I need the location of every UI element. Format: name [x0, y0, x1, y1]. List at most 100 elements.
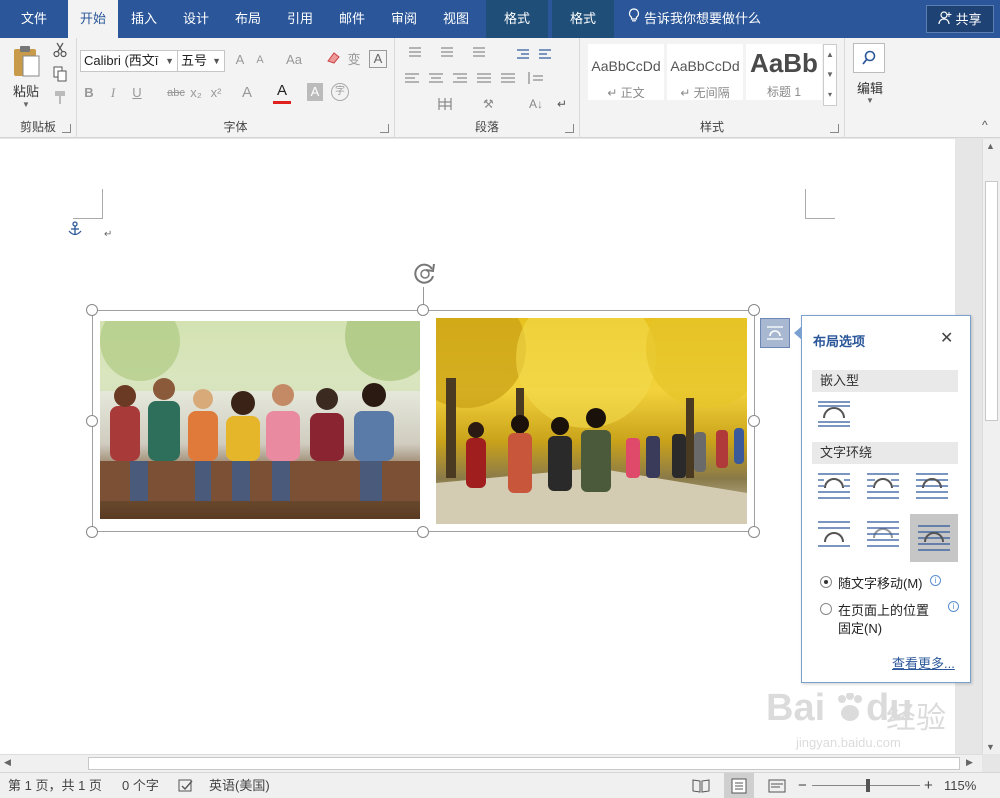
see-more-link[interactable]: 查看更多...: [892, 653, 955, 672]
vertical-scrollbar[interactable]: ▲ ▼: [982, 139, 1000, 754]
resize-handle-tr[interactable]: [748, 304, 760, 316]
styles-scroll[interactable]: ▲ ▼ ▾: [823, 44, 837, 106]
clear-formatting-icon[interactable]: [324, 50, 342, 72]
grow-font-button[interactable]: A: [231, 50, 249, 70]
print-layout-icon[interactable]: [724, 773, 754, 798]
info-icon[interactable]: i: [948, 601, 959, 612]
chevron-down-icon: ▼: [866, 96, 874, 105]
tab-format-1[interactable]: 格式: [486, 0, 548, 38]
tab-home[interactable]: 开始: [68, 0, 118, 38]
zoom-level[interactable]: 115%: [944, 773, 976, 798]
copy-icon[interactable]: [50, 66, 70, 88]
paste-dropdown-icon[interactable]: ▼: [8, 100, 44, 109]
word-count[interactable]: 0 个字: [122, 773, 159, 798]
scroll-left-icon[interactable]: ◀: [4, 757, 11, 768]
tab-file[interactable]: 文件: [0, 0, 68, 38]
layout-options-button[interactable]: [760, 318, 790, 348]
resize-handle-b[interactable]: [417, 526, 429, 538]
zoom-slider-thumb[interactable]: [866, 779, 870, 792]
language-indicator[interactable]: 英语(美国): [209, 773, 270, 798]
format-painter-icon[interactable]: [50, 90, 70, 112]
tab-insert[interactable]: 插入: [118, 0, 170, 38]
zoom-in-icon[interactable]: +: [924, 773, 933, 798]
subscript-button[interactable]: x₂: [187, 83, 205, 103]
move-with-text-radio[interactable]: [820, 576, 832, 588]
paste-button[interactable]: 粘贴 ▼: [8, 44, 44, 109]
wrap-through-option[interactable]: [914, 468, 958, 512]
zoom-out-icon[interactable]: −: [798, 773, 807, 798]
photo-autumn-walkway[interactable]: [436, 318, 747, 524]
margin-corner-top-left: [73, 189, 103, 219]
resize-handle-l[interactable]: [86, 415, 98, 427]
font-color-swatch: [273, 101, 291, 104]
scroll-up-icon[interactable]: ▲: [986, 141, 995, 151]
wrap-behind-text-option[interactable]: [865, 516, 909, 560]
wrap-top-bottom-option[interactable]: [816, 516, 860, 560]
font-size-combo[interactable]: 五号 ▼: [177, 50, 225, 72]
styles-launcher[interactable]: [830, 124, 839, 133]
scroll-right-icon[interactable]: ▶: [966, 757, 973, 768]
info-icon[interactable]: i: [930, 575, 941, 586]
paragraph-launcher[interactable]: [565, 124, 574, 133]
resize-handle-r[interactable]: [748, 415, 760, 427]
move-with-text-label[interactable]: 随文字移动(M): [838, 573, 923, 592]
cut-icon[interactable]: [50, 42, 70, 64]
superscript-button[interactable]: x²: [207, 83, 225, 103]
page-count[interactable]: 第 1 页，共 1 页: [8, 773, 102, 798]
fix-position-radio[interactable]: [820, 603, 832, 615]
horizontal-scrollbar[interactable]: ◀ ▶: [0, 754, 982, 772]
clipboard-launcher[interactable]: [62, 124, 71, 133]
text-effects-button[interactable]: A: [237, 83, 257, 103]
web-layout-icon[interactable]: [768, 777, 786, 798]
person-add-icon: [938, 7, 952, 35]
read-mode-icon[interactable]: [692, 777, 710, 798]
photo-students-sitting[interactable]: [100, 321, 420, 519]
tab-layout[interactable]: 布局: [222, 0, 274, 38]
font-group-label: 字体: [223, 120, 248, 134]
tell-me-search[interactable]: 告诉我你想要做什么: [628, 0, 761, 38]
collapse-ribbon-icon[interactable]: ^: [982, 118, 988, 132]
resize-handle-br[interactable]: [748, 526, 760, 538]
rotate-handle-icon[interactable]: [412, 261, 438, 290]
editing-group[interactable]: 编辑 ▼: [845, 38, 895, 138]
wrap-inline-option[interactable]: [816, 396, 860, 440]
close-icon[interactable]: ✕: [940, 328, 953, 348]
change-case-button[interactable]: Aa: [279, 50, 309, 70]
wrap-square-option[interactable]: [816, 468, 860, 512]
underline-button[interactable]: U: [129, 83, 145, 103]
strikethrough-button[interactable]: abc: [165, 83, 187, 103]
tab-review[interactable]: 审阅: [378, 0, 430, 38]
enclose-char-button[interactable]: 字: [331, 83, 349, 101]
shrink-font-button[interactable]: A: [251, 50, 269, 70]
vertical-scroll-thumb[interactable]: [985, 181, 998, 421]
fix-position-label-1[interactable]: 在页面上的位置: [838, 600, 929, 619]
style-name: ↵ 无间隔: [680, 86, 730, 100]
tab-view[interactable]: 视图: [430, 0, 482, 38]
font-launcher[interactable]: [380, 124, 389, 133]
font-name-value: Calibri (西文ī: [84, 53, 159, 68]
resize-handle-bl[interactable]: [86, 526, 98, 538]
style-no-spacing[interactable]: AaBbCcDd ↵ 无间隔: [667, 44, 743, 100]
wrap-in-front-option[interactable]: [910, 514, 958, 562]
char-border-button[interactable]: A: [369, 50, 387, 68]
resize-handle-t[interactable]: [417, 304, 429, 316]
char-shading-button[interactable]: A: [307, 83, 323, 101]
style-normal[interactable]: AaBbCcDd ↵ 正文: [588, 44, 664, 100]
tab-references[interactable]: 引用: [274, 0, 326, 38]
proofing-icon[interactable]: [178, 777, 194, 798]
horizontal-scroll-thumb[interactable]: [88, 757, 960, 770]
font-name-combo[interactable]: Calibri (西文ī ▼: [80, 50, 178, 72]
tab-mailings[interactable]: 邮件: [326, 0, 378, 38]
phonetic-guide-button[interactable]: 变: [345, 50, 363, 70]
scroll-down-icon[interactable]: ▼: [986, 742, 995, 752]
fix-position-label-2[interactable]: 固定(N): [838, 618, 882, 637]
wrap-tight-option[interactable]: [865, 468, 909, 512]
style-heading-1[interactable]: AaBb 标题 1: [746, 44, 822, 100]
resize-handle-tl[interactable]: [86, 304, 98, 316]
share-button[interactable]: 共享: [926, 5, 994, 33]
font-color-button[interactable]: A: [273, 81, 291, 104]
italic-button[interactable]: I: [105, 83, 121, 103]
bold-button[interactable]: B: [81, 83, 97, 103]
tab-format-2[interactable]: 格式: [552, 0, 614, 38]
tab-design[interactable]: 设计: [170, 0, 222, 38]
